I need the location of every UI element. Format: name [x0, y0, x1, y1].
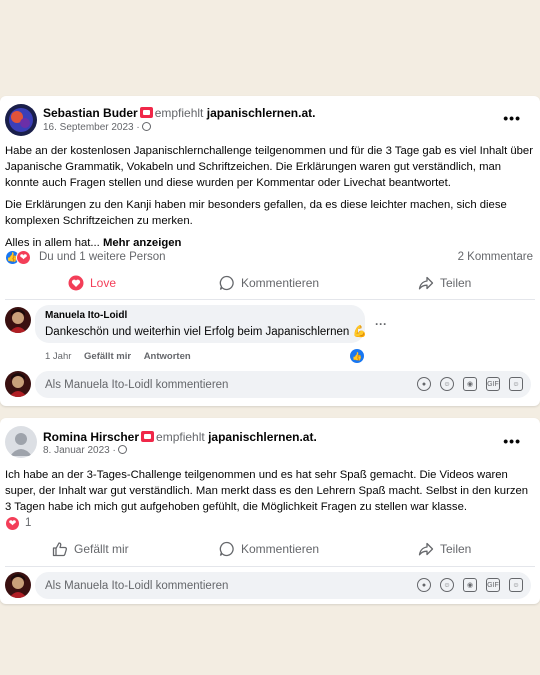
like-button[interactable]: Gefällt mir [52, 534, 129, 564]
post-author[interactable]: Sebastian Buder [43, 106, 138, 120]
share-button[interactable]: Teilen [418, 534, 471, 564]
love-button[interactable]: Love [68, 268, 116, 298]
comment: Manuela Ito-Loidl Dankeschön und weiterh… [5, 305, 535, 367]
globe-icon [117, 445, 127, 454]
more-options-button[interactable]: ••• [503, 433, 521, 449]
recommendation-icon [141, 431, 155, 442]
emoji-icon[interactable]: ☺ [440, 377, 454, 391]
post-body: Ich habe an der 3-Tages-Challenge teilge… [5, 467, 533, 521]
see-more-link[interactable]: Mehr anzeigen [103, 237, 181, 249]
post-header: Sebastian Buder empfiehlt japanischlernen… [5, 96, 535, 140]
comment-icon [219, 275, 234, 291]
comment-button[interactable]: Kommentieren [219, 268, 319, 298]
comment-input[interactable]: Als Manuela Ito-Loidl kommentieren ● ☺ ◉… [35, 371, 531, 398]
post-actions: Gefällt mir Kommentieren Teilen [0, 534, 540, 564]
post-header: Romina Hirscher empfiehlt japanischlernen… [5, 418, 535, 462]
post-body: Habe an der kostenlosen Japanischlerncha… [5, 143, 533, 257]
camera-icon[interactable]: ◉ [463, 578, 477, 592]
love-label: Love [90, 276, 117, 290]
recommends-text: empfiehlt [154, 106, 204, 120]
post-card-sebastian: Sebastian Buder empfiehlt japanischlernen… [0, 96, 540, 406]
comment-meta: 1 Jahr Gefällt mir Antworten [45, 351, 201, 362]
comment-input-icons: ● ☺ ◉ GIF ☺ [417, 377, 523, 391]
comment-text: Dankeschön und weiterhin viel Erfolg bei… [45, 326, 367, 338]
reactions-summary: 👍 ❤ Du und 1 weitere Person 2 Kommentare [5, 250, 533, 266]
gif-icon[interactable]: GIF [486, 578, 500, 592]
share-icon [418, 542, 434, 556]
post-actions: Love Kommentieren Teilen [0, 268, 540, 298]
commenter-avatar[interactable] [5, 307, 31, 333]
recommendation-icon [139, 107, 153, 118]
divider [5, 299, 535, 300]
globe-icon [141, 122, 151, 131]
comment-button[interactable]: Kommentieren [219, 534, 319, 564]
post-date: 16. September 2023 · [43, 122, 151, 133]
comment-bubble: Manuela Ito-Loidl Dankeschön und weiterh… [35, 305, 367, 343]
page-link[interactable]: japanischlernen.at. [207, 106, 316, 120]
avatar-sticker-icon[interactable]: ● [417, 578, 431, 592]
post-card-romina: Romina Hirscher empfiehlt japanischlernen… [0, 418, 540, 604]
comment-input-placeholder: Als Manuela Ito-Loidl kommentieren [45, 378, 229, 391]
post-paragraph: Die Erklärungen zu den Kanji haben mir b… [5, 199, 507, 227]
love-reaction-icon: ❤ [5, 516, 20, 531]
camera-icon[interactable]: ◉ [463, 377, 477, 391]
post-author[interactable]: Romina Hirscher [43, 430, 139, 444]
comment-composer: Als Manuela Ito-Loidl kommentieren ● ☺ ◉… [5, 371, 535, 399]
reaction-icons[interactable]: ❤ [5, 516, 20, 531]
post-date: 8. Januar 2023 · [43, 445, 127, 456]
comment-input[interactable]: Als Manuela Ito-Loidl kommentieren ● ☺ ◉… [35, 572, 531, 599]
avatar-sticker-icon[interactable]: ● [417, 377, 431, 391]
reaction-icons[interactable]: 👍 ❤ [5, 250, 31, 265]
emoji-icon[interactable]: ☺ [440, 578, 454, 592]
post-author-line: Sebastian Buder empfiehlt japanischlernen… [43, 106, 315, 120]
share-label: Teilen [440, 542, 472, 556]
page-link[interactable]: japanischlernen.at. [208, 430, 317, 444]
comment-label: Kommentieren [241, 542, 320, 556]
share-icon [418, 276, 434, 290]
comment-like-button[interactable]: Gefällt mir [84, 351, 131, 362]
share-button[interactable]: Teilen [418, 268, 471, 298]
comment-author[interactable]: Manuela Ito-Loidl [45, 310, 355, 321]
comment-time[interactable]: 1 Jahr [45, 351, 71, 362]
recommends-text: empfiehlt [156, 430, 205, 444]
sticker-icon[interactable]: ☺ [509, 578, 523, 592]
sticker-icon[interactable]: ☺ [509, 377, 523, 391]
comment-icon [219, 541, 234, 557]
reaction-count[interactable]: 1 [25, 517, 31, 529]
avatar [5, 371, 31, 397]
heart-icon [68, 275, 84, 291]
avatar[interactable] [5, 104, 37, 136]
comments-count[interactable]: 2 Kommentare [458, 251, 533, 263]
reactions-text[interactable]: Du und 1 weitere Person [39, 251, 166, 263]
love-reaction-icon: ❤ [16, 250, 31, 265]
post-paragraph: Alles in allem hat... Mehr anzeigen [5, 235, 533, 251]
post-date-text[interactable]: 16. September 2023 · [43, 122, 140, 133]
post-paragraph: Habe an der kostenlosen Japanischlerncha… [5, 145, 533, 189]
more-options-button[interactable]: ••• [503, 110, 521, 126]
comment-label: Kommentieren [241, 276, 320, 290]
avatar [5, 572, 31, 598]
avatar[interactable] [5, 426, 37, 458]
post-author-line: Romina Hirscher empfiehlt japanischlernen… [43, 430, 317, 444]
comment-options-button[interactable]: ··· [375, 317, 387, 331]
reactions-summary: ❤ 1 [5, 516, 533, 532]
thumbs-up-icon [52, 542, 68, 557]
comment-input-placeholder: Als Manuela Ito-Loidl kommentieren [45, 579, 229, 592]
like-reaction-icon: 👍 [350, 349, 364, 363]
divider [5, 566, 535, 567]
gif-icon[interactable]: GIF [486, 377, 500, 391]
comment-composer: Als Manuela Ito-Loidl kommentieren ● ☺ ◉… [5, 572, 535, 600]
comment-reply-button[interactable]: Antworten [144, 351, 191, 362]
comment-input-icons: ● ☺ ◉ GIF ☺ [417, 578, 523, 592]
share-label: Teilen [440, 276, 472, 290]
like-label: Gefällt mir [74, 542, 129, 556]
post-paragraph-text: Alles in allem hat... [5, 237, 100, 249]
post-paragraph: Ich habe an der 3-Tages-Challenge teilge… [5, 469, 529, 513]
post-date-text[interactable]: 8. Januar 2023 · [43, 445, 116, 456]
